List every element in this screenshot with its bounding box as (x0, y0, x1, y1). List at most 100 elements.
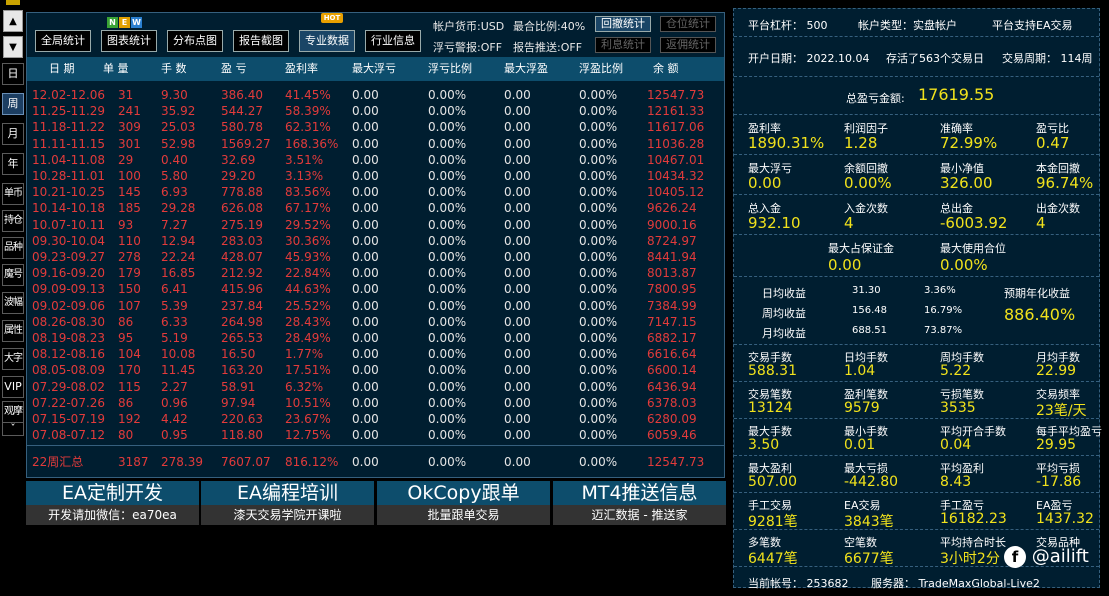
trade-stat-value: 3小时2分 (940, 551, 1000, 567)
trade-stat-value: 0.01 (844, 437, 876, 453)
trade-stat-value: 8.43 (940, 474, 972, 490)
table-cell: 0.00% (428, 136, 467, 151)
survived-days: 存活了563个交易日 (886, 52, 984, 65)
average-earnings-section: 日均收益 31.30 3.36% 周均收益 156.48 16.79% 月均收益 688.51… (734, 277, 1099, 345)
drawdown-stats-button[interactable]: 回撤统计 (595, 16, 651, 32)
nav-more[interactable]: ˇ (2, 422, 24, 436)
table-cell: 0.00 (504, 282, 531, 297)
table-cell: 22.84% (285, 266, 331, 281)
nav-month[interactable]: 月 (2, 123, 24, 145)
column-header: 最大浮亏 (352, 62, 396, 75)
account-currency: 帐户货币:USD (433, 20, 505, 33)
table-cell: 0.00% (579, 314, 618, 329)
ad-ea-training-subtitle: 漆天交易学院开课啦 (201, 505, 374, 525)
table-cell: 0.00 (504, 169, 531, 183)
table-cell: 0.00% (579, 217, 618, 232)
table-cell: 192 (118, 412, 141, 426)
table-cell: 10.28-11.01 (32, 169, 106, 183)
scroll-up-button[interactable]: ▲ (3, 10, 23, 32)
summary-row: 22周汇总 3187 278.39 7607.07 816.12% 0.00 0.00% 0.… (27, 445, 724, 477)
stat-value: 1890.31% (748, 134, 825, 152)
table-cell: 4.42 (161, 412, 188, 426)
table-cell: 275.19 (221, 217, 263, 232)
industry-info-button[interactable]: 行业信息 (365, 30, 421, 52)
table-cell: 12.94 (161, 233, 196, 248)
ad-mt4-push[interactable]: MT4推送信息 迈汇数据 - 推送家 (553, 481, 726, 525)
table-cell: 3.13% (285, 169, 324, 183)
table-cell: 241 (118, 104, 141, 119)
ad-ea-training[interactable]: EA编程培训 漆天交易学院开课啦 (201, 481, 374, 525)
nav-volatility[interactable]: 波幅 (2, 292, 24, 314)
column-header: 最大浮盈 (504, 62, 548, 75)
nav-positions[interactable]: 持仓 (2, 210, 24, 232)
table-cell: 301 (118, 136, 141, 151)
table-cell: 11036.28 (647, 136, 705, 151)
hot-badge: HOT (321, 13, 343, 23)
interest-stats-button[interactable]: 利息统计 (595, 37, 651, 53)
table-cell: 8441.94 (647, 250, 697, 264)
total-pl-label: 总盈亏金额: (846, 92, 905, 105)
table-cell: 5.19 (161, 331, 188, 345)
scroll-down-button[interactable]: ▼ (3, 36, 23, 58)
account-type: 帐户类型：实盘帐户 (858, 19, 957, 32)
column-header: 手 数 (161, 62, 187, 75)
nav-magic[interactable]: 魔号 (2, 264, 24, 286)
table-cell: 09.23-09.27 (32, 250, 106, 264)
table-cell: 265.53 (221, 331, 263, 345)
global-stats-button[interactable]: 全局统计 (35, 30, 91, 52)
table-cell: 0.00 (504, 298, 531, 313)
table-cell: 32.69 (221, 152, 256, 167)
table-cell: 09.30-10.04 (32, 233, 106, 248)
table-cell: 0.00 (352, 298, 379, 313)
trade-stat-value: -442.80 (844, 474, 899, 490)
table-cell: 0.00% (579, 233, 618, 248)
table-cell: 58.39% (285, 104, 331, 119)
report-push: 报告推送:OFF (513, 41, 583, 54)
trade-stat-value: 13124 (748, 400, 793, 416)
trade-period: 交易周期： 114周 (1002, 52, 1093, 65)
nav-large-font[interactable]: 大字 (2, 348, 24, 370)
top-strip (0, 0, 730, 8)
table-cell: 17.51% (285, 363, 331, 378)
pro-data-button[interactable]: 专业数据 (299, 30, 355, 52)
nav-observe[interactable]: 观摩 (2, 401, 24, 423)
stats-row: 盈利率 1890.31% 利润因子 1.28 准确率 72.99% 盈亏比 0.47 (734, 115, 1099, 155)
trade-stat-value: 5.22 (940, 363, 972, 379)
nav-vip[interactable]: VIP (2, 376, 24, 398)
trade-stat-value: 6677笔 (844, 551, 894, 567)
table-cell: 0.00% (579, 201, 618, 216)
table-cell: 778.88 (221, 185, 263, 200)
table-cell: 0.00 (352, 201, 379, 216)
nav-attributes[interactable]: 属性 (2, 320, 24, 342)
table-row: 07.29-08.02 115 2.27 58.91 6.32% 0.00 0.00% 0.0… (27, 379, 724, 395)
table-cell: 9000.16 (647, 217, 697, 232)
nav-day[interactable]: 日 (2, 63, 24, 85)
rebate-stats-button[interactable]: 返佣统计 (660, 37, 716, 53)
report-screenshot-button[interactable]: 报告截图 (233, 30, 289, 52)
new-badge-e: E (119, 17, 130, 28)
trade-stats-row: 最大盈利 507.00 最大亏损 -442.80 平均盈利 8.43 平均亏损 -17.86 (734, 456, 1099, 493)
position-stats-button[interactable]: 仓位统计 (660, 16, 716, 32)
nav-year[interactable]: 年 (2, 153, 24, 175)
ad-ea-custom-subtitle: 开发请加微信：ea70ea (26, 505, 199, 525)
ad-ea-custom[interactable]: EA定制开发 开发请加微信：ea70ea (26, 481, 199, 525)
nav-symbols[interactable]: 品种 (2, 237, 24, 259)
table-cell: 0.00% (579, 169, 618, 183)
avg-pct: 73.87% (924, 325, 963, 336)
table-cell: 08.19-08.23 (32, 331, 106, 345)
avg-label: 周均收益 (762, 307, 806, 320)
table-cell: 7147.15 (647, 314, 697, 329)
nav-single-currency[interactable]: 单币 (2, 183, 24, 205)
distribution-chart-button[interactable]: 分布点图 (167, 30, 223, 52)
ad-okcopy[interactable]: OkCopy跟单 批量跟单交易 (377, 481, 550, 525)
table-cell: 29.28 (161, 201, 196, 216)
chart-stats-button[interactable]: 图表统计 (101, 30, 157, 52)
summary-cell: 7607.07 (221, 455, 271, 469)
nav-week[interactable]: 周 (2, 93, 24, 115)
table-cell: 6.32% (285, 379, 324, 394)
table-cell: 0.00 (352, 152, 379, 167)
avg-amount: 688.51 (852, 325, 887, 336)
total-pl-value: 17619.55 (918, 85, 995, 104)
table-cell: 580.78 (221, 120, 263, 135)
table-cell: 0.00% (428, 379, 467, 394)
